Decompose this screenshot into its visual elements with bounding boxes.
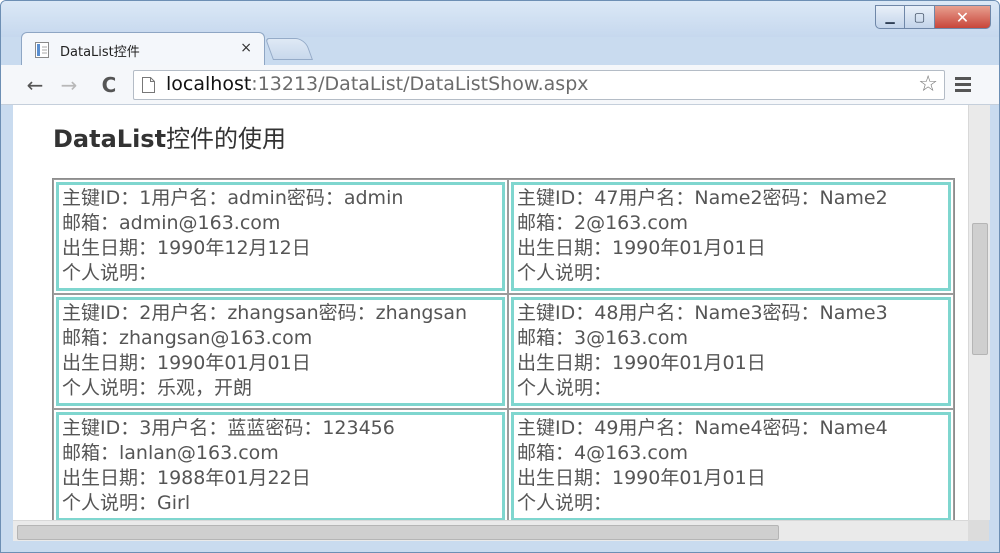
record-birth-line: 出生日期：1988年01月22日 [62, 467, 311, 489]
datalist-cell: 主键ID：47用户名：Name2密码：Name2 邮箱：2@163.com 出生… [508, 179, 954, 294]
record-card: 主键ID：48用户名：Name3密码：Name3 邮箱：3@163.com 出生… [511, 297, 951, 406]
record-birth-line: 出生日期：1990年01月01日 [517, 237, 766, 259]
window-frame-left [1, 105, 13, 541]
close-window-button[interactable]: ✕ [935, 5, 991, 29]
record-note-line: 个人说明： [517, 262, 613, 284]
datalist-cell: 主键ID：48用户名：Name3密码：Name3 邮箱：3@163.com 出生… [508, 294, 954, 409]
record-note-line: 个人说明： [517, 492, 613, 514]
address-bar[interactable]: localhost:13213/DataList/DataListShow.as… [133, 70, 945, 100]
record-card: 主键ID：49用户名：Name4密码：Name4 邮箱：4@163.com 出生… [511, 412, 951, 520]
scrollbar-corner [968, 520, 989, 541]
datalist-cell: 主键ID：1用户名：admin密码：admin 邮箱：admin@163.com… [53, 179, 508, 294]
record-id-line: 主键ID：1用户名：admin密码：admin [62, 187, 404, 209]
page-icon [142, 77, 155, 93]
record-id-line: 主键ID：47用户名：Name2密码：Name2 [517, 187, 888, 209]
record-card: 主键ID：47用户名：Name2密码：Name2 邮箱：2@163.com 出生… [511, 182, 951, 291]
record-birth-line: 出生日期：1990年12月12日 [62, 237, 311, 259]
new-tab-button[interactable] [264, 38, 314, 60]
page-title-bold: DataList [53, 125, 167, 153]
page-title: DataList控件的使用 [53, 119, 286, 154]
record-card: 主键ID：3用户名：蓝蓝密码：123456 邮箱：lanlan@163.com … [56, 412, 505, 520]
record-id-line: 主键ID：3用户名：蓝蓝密码：123456 [62, 417, 395, 439]
maximize-button[interactable]: ▢ [905, 5, 935, 29]
url-path: :13213/DataList/DataListShow.aspx [251, 73, 589, 95]
record-email-line: 邮箱：admin@163.com [62, 212, 281, 234]
record-birth-line: 出生日期：1990年01月01日 [517, 352, 766, 374]
window-frame-bottom [1, 541, 999, 552]
datalist-cell: 主键ID：49用户名：Name4密码：Name4 邮箱：4@163.com 出生… [508, 409, 954, 520]
menu-icon[interactable] [953, 75, 975, 95]
record-email-line: 邮箱：lanlan@163.com [62, 442, 279, 464]
record-note-line: 个人说明：乐观，开朗 [62, 377, 253, 399]
datalist-cell: 主键ID：3用户名：蓝蓝密码：123456 邮箱：lanlan@163.com … [53, 409, 508, 520]
browser-tab[interactable]: DataList控件 × [21, 32, 265, 66]
record-email-line: 邮箱：4@163.com [517, 442, 688, 464]
record-email-line: 邮箱：zhangsan@163.com [62, 327, 313, 349]
vertical-scrollbar[interactable] [968, 105, 990, 520]
record-id-line: 主键ID：49用户名：Name4密码：Name4 [517, 417, 888, 439]
datalist-cell: 主键ID：2用户名：zhangsan密码：zhangsan 邮箱：zhangsa… [53, 294, 508, 409]
tab-close-icon[interactable]: × [240, 40, 252, 56]
record-birth-line: 出生日期：1990年01月01日 [62, 352, 311, 374]
window-controls: ▁ ▢ ✕ [875, 5, 991, 29]
bookmark-star-icon[interactable]: ☆ [918, 72, 938, 97]
tab-title: DataList控件 [60, 45, 140, 60]
page-favicon-icon [35, 42, 49, 58]
back-button[interactable]: ← [23, 73, 47, 97]
url-host: localhost [166, 73, 252, 95]
page-content: DataList控件的使用 主键ID：1用户名：admin密码：admin 邮箱… [13, 105, 968, 520]
record-note-line: 个人说明： [517, 377, 613, 399]
vertical-scroll-thumb[interactable] [972, 223, 988, 355]
horizontal-scrollbar[interactable] [13, 520, 968, 542]
window-frame-right [989, 105, 999, 541]
minimize-button[interactable]: ▁ [875, 5, 905, 29]
record-card: 主键ID：1用户名：admin密码：admin 邮箱：admin@163.com… [56, 182, 505, 291]
horizontal-scroll-thumb[interactable] [17, 525, 779, 540]
browser-window: ▁ ▢ ✕ DataList控件 × ← → C localhost:13213… [0, 0, 1000, 553]
url-text: localhost:13213/DataList/DataListShow.as… [166, 73, 589, 95]
record-id-line: 主键ID：2用户名：zhangsan密码：zhangsan [62, 302, 468, 324]
record-birth-line: 出生日期：1990年01月01日 [517, 467, 766, 489]
datalist-grid: 主键ID：1用户名：admin密码：admin 邮箱：admin@163.com… [52, 178, 955, 520]
record-note-line: 个人说明： [62, 262, 158, 284]
record-email-line: 邮箱：3@163.com [517, 327, 688, 349]
page-title-rest: 控件的使用 [166, 125, 287, 153]
record-id-line: 主键ID：48用户名：Name3密码：Name3 [517, 302, 888, 324]
record-card: 主键ID：2用户名：zhangsan密码：zhangsan 邮箱：zhangsa… [56, 297, 505, 406]
forward-button[interactable]: → [57, 73, 81, 97]
record-note-line: 个人说明：Girl [62, 492, 191, 514]
record-email-line: 邮箱：2@163.com [517, 212, 688, 234]
reload-button[interactable]: C [97, 73, 121, 97]
browser-toolbar: ← → C localhost:13213/DataList/DataListS… [1, 65, 999, 105]
